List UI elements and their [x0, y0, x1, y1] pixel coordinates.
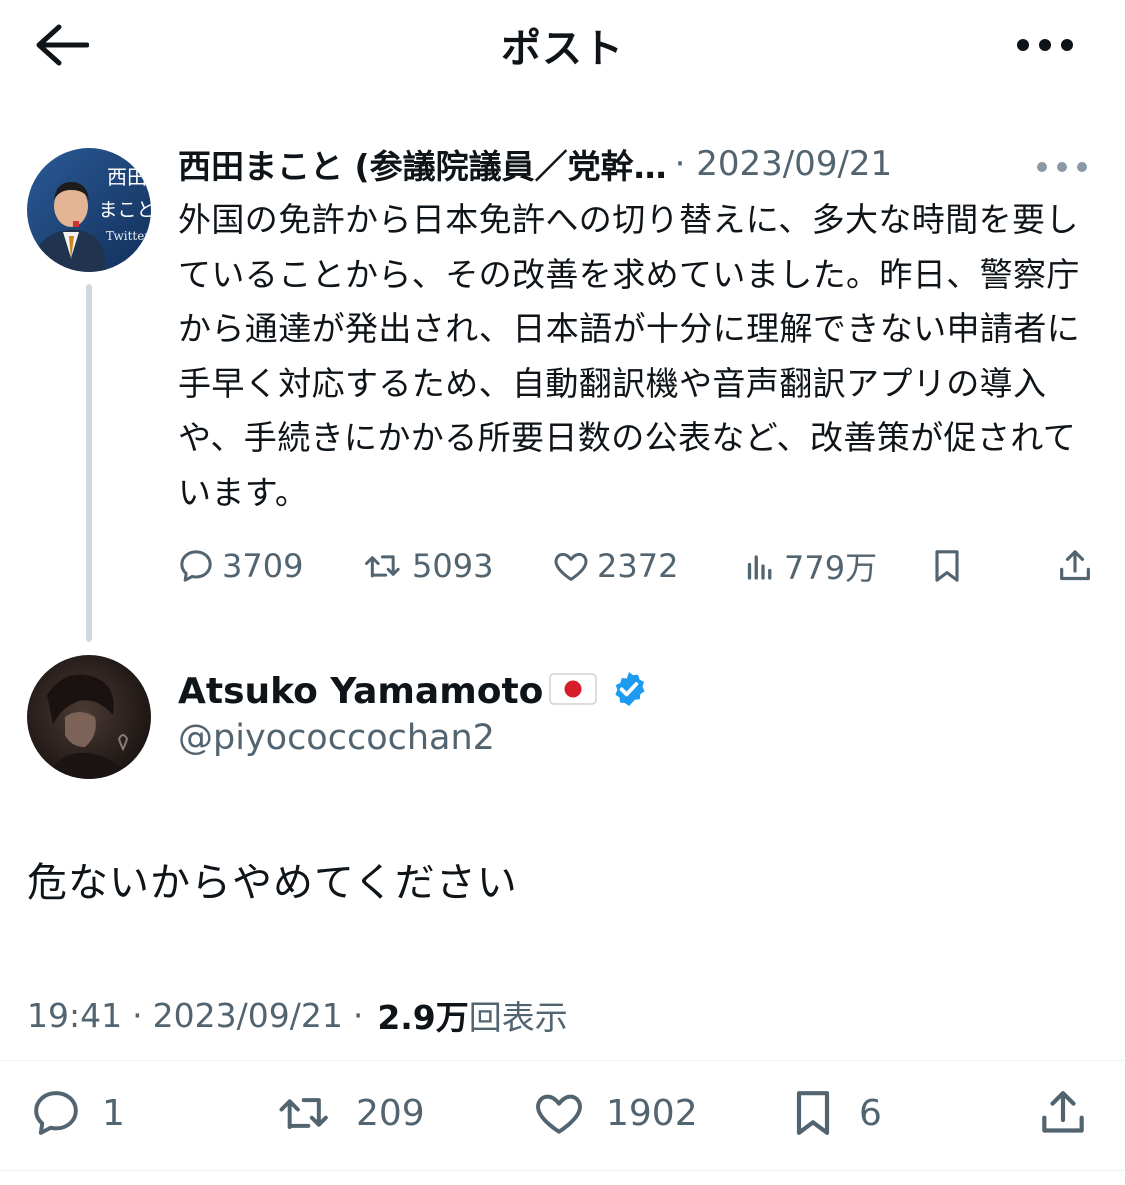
reply-repost-count: 209	[356, 1092, 425, 1134]
parent-repost-count: 5093	[412, 547, 494, 585]
reply-like-button[interactable]: 1902	[530, 1080, 698, 1146]
more-horizontal-icon	[1017, 39, 1073, 51]
parent-views-count: 779万	[784, 549, 878, 587]
page-title: ポスト	[501, 26, 624, 72]
parent-views-button[interactable]: 779万	[742, 538, 877, 594]
date-text: 2023/09/21	[696, 144, 893, 184]
parent-like-button[interactable]: 2372	[551, 538, 678, 594]
reply-tweet-actions: 1 209 1902 6	[0, 1080, 1125, 1146]
reply-author-handle[interactable]: @piyococcochan2	[178, 718, 495, 758]
reply-tweet-text: 危ないからやめてください	[27, 860, 518, 906]
more-horizontal-icon	[1037, 162, 1087, 172]
comment-icon	[34, 1091, 78, 1135]
parent-tweet-actions: 3709 5093 2372 779万	[0, 538, 1125, 594]
analytics-icon	[747, 555, 772, 580]
reply-share-button[interactable]	[1035, 1080, 1091, 1146]
parent-tweet-more-button[interactable]	[1027, 150, 1097, 184]
reply-bookmark-button[interactable]: 6	[785, 1080, 882, 1146]
reply-views-count: 2.9万	[377, 998, 469, 1037]
repost-icon	[365, 555, 400, 578]
reply-bookmark-count: 6	[859, 1092, 882, 1134]
parent-author-name[interactable]: 西田まこと (参議院議員／党幹…	[178, 140, 667, 188]
bookmark-icon	[935, 550, 959, 582]
bookmark-icon	[796, 1091, 830, 1135]
reply-author-row: Atsuko Yamamoto	[178, 666, 649, 716]
reply-tweet-meta: 19:41 · 2023/09/21 · 2.9万 回表示	[27, 990, 568, 1040]
verified-badge-icon[interactable]	[609, 669, 649, 713]
more-options-button[interactable]	[1005, 28, 1085, 62]
reply-date[interactable]: 2023/09/21	[153, 996, 343, 1035]
meta-separator: ·	[352, 995, 364, 1035]
reply-reply-button[interactable]: 1	[28, 1080, 125, 1146]
avatar-image: 西田 まこと Twitter	[27, 148, 151, 272]
reply-reply-count: 1	[102, 1092, 125, 1134]
parent-tweet-text: 外国の免許から日本免許への切り替えに、多大な時間を要していることから、その改善を…	[178, 200, 1081, 512]
top-bar: ポスト	[0, 0, 1125, 90]
reply-author-name[interactable]: Atsuko Yamamoto	[178, 671, 543, 712]
parent-tweet-date[interactable]: · 2023/09/21	[675, 144, 893, 184]
parent-bookmark-button[interactable]	[927, 538, 967, 594]
parent-author-avatar[interactable]: 西田 まこと Twitter	[27, 148, 151, 272]
heart-icon	[536, 1094, 582, 1134]
avatar-text-2: まこと	[98, 199, 151, 221]
parent-share-button[interactable]	[1055, 538, 1095, 594]
parent-reply-count: 3709	[222, 547, 304, 585]
reply-views-label: 回表示	[468, 998, 568, 1037]
parent-repost-button[interactable]: 5093	[362, 538, 493, 594]
japan-flag-icon	[549, 672, 598, 710]
comment-icon	[180, 550, 212, 582]
repost-icon	[279, 1098, 328, 1129]
meta-separator: ·	[132, 995, 143, 1035]
share-icon	[1060, 550, 1090, 581]
avatar-image	[27, 655, 151, 779]
share-icon	[1042, 1091, 1084, 1133]
parent-reply-button[interactable]: 3709	[176, 538, 303, 594]
reply-time[interactable]: 19:41	[27, 996, 122, 1035]
reply-repost-button[interactable]: 209	[274, 1080, 425, 1146]
divider	[0, 1060, 1125, 1061]
reply-author-avatar[interactable]	[27, 655, 151, 779]
date-separator: ·	[674, 144, 686, 184]
divider	[0, 1170, 1125, 1171]
reply-like-count: 1902	[606, 1092, 698, 1134]
avatar-text-3: Twitter	[106, 229, 150, 243]
heart-icon	[554, 552, 588, 581]
parent-like-count: 2372	[597, 547, 679, 585]
avatar-text-1: 西田	[107, 165, 147, 189]
parent-tweet-header: 西田まこと (参議院議員／党幹… · 2023/09/21	[178, 138, 892, 190]
